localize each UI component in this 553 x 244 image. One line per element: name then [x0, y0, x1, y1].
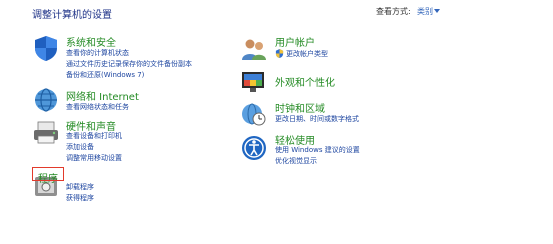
- highlight-box: [32, 167, 64, 181]
- link-view-computer-status[interactable]: 查看你的计算机状态: [66, 48, 129, 58]
- link-network-status[interactable]: 查看网络状态和任务: [66, 102, 129, 112]
- category-title[interactable]: 网络和 Internet: [66, 88, 139, 103]
- printer-icon: [34, 121, 58, 144]
- ease-of-access-icon: [242, 136, 266, 160]
- category-title[interactable]: 用户帐户: [275, 34, 315, 49]
- link-change-date-time-format[interactable]: 更改日期、时间或数字格式: [275, 114, 359, 124]
- shield-icon: [35, 36, 57, 61]
- link-mobility-settings[interactable]: 调整常用移动设置: [66, 153, 122, 163]
- category-title[interactable]: 外观和个性化: [275, 74, 335, 89]
- network-globe-icon: [35, 88, 57, 112]
- category-system-security: 系统和安全 查看你的计算机状态 通过文件历史记录保存你的文件备份副本 备份和还原…: [32, 34, 232, 84]
- category-ease-of-access: 轻松使用 使用 Windows 建议的设置 优化视觉显示: [240, 132, 460, 168]
- category-clock-region: 时钟和区域 更改日期、时间或数字格式: [240, 100, 440, 130]
- category-user-accounts: 用户帐户 更改帐户类型: [240, 34, 440, 64]
- clock-globe-icon: [242, 103, 266, 126]
- appearance-icon: [242, 72, 264, 92]
- chevron-down-icon[interactable]: [434, 9, 440, 13]
- link-backup-restore[interactable]: 备份和还原(Windows 7): [66, 70, 144, 80]
- link-change-account-type[interactable]: 更改帐户类型: [286, 49, 328, 59]
- link-get-programs[interactable]: 获得程序: [66, 193, 94, 203]
- link-recommended-settings[interactable]: 使用 Windows 建议的设置: [275, 145, 360, 155]
- uac-shield-icon: [275, 49, 284, 58]
- link-optimize-visual-display[interactable]: 优化视觉显示: [275, 156, 317, 166]
- link-file-history[interactable]: 通过文件历史记录保存你的文件备份副本: [66, 59, 192, 69]
- category-hardware-sound: 硬件和声音 查看设备和打印机 添加设备 调整常用移动设置: [32, 118, 232, 164]
- category-appearance: 外观和个性化: [240, 68, 440, 96]
- users-icon: [242, 39, 266, 60]
- page-title: 调整计算机的设置: [32, 10, 112, 21]
- category-title[interactable]: 时钟和区域: [275, 100, 325, 115]
- category-title[interactable]: 系统和安全: [66, 34, 116, 49]
- link-devices-printers[interactable]: 查看设备和打印机: [66, 131, 122, 141]
- view-by-label: 查看方式:: [376, 7, 411, 16]
- link-uninstall-program[interactable]: 卸载程序: [66, 182, 94, 192]
- link-add-device[interactable]: 添加设备: [66, 142, 94, 152]
- view-by-dropdown[interactable]: 类别: [417, 6, 433, 17]
- category-network-internet: 网络和 Internet 查看网络状态和任务: [32, 86, 232, 116]
